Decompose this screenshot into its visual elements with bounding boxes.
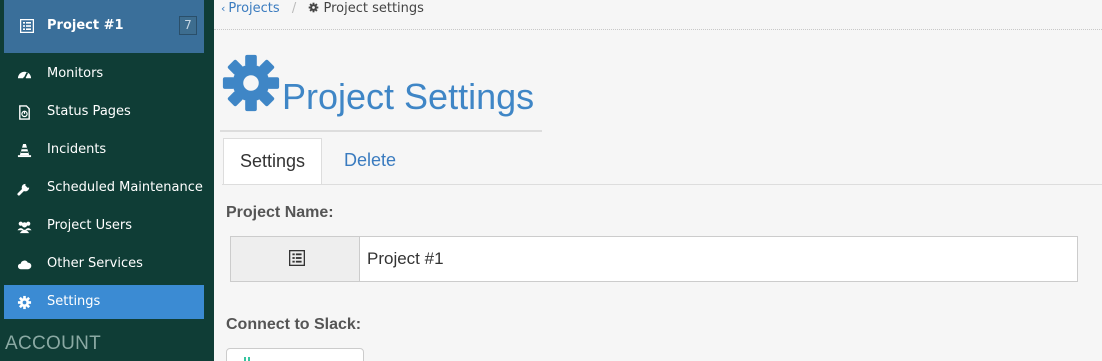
breadcrumb-current: Project settings [323,1,424,16]
add-to-slack-button[interactable] [226,348,364,361]
sidebar: Project #1 7 Monitors Status Pages Incid… [0,0,214,361]
breadcrumb-projects-link[interactable]: ‹ Projects [221,1,284,16]
users-icon [17,221,32,234]
page-header: Project Settings [220,52,542,132]
sidebar-item-label: Project Users [47,218,133,233]
breadcrumb-divider [214,29,1102,30]
project-name-input-group: Project #1 [230,236,1078,282]
tab-delete[interactable]: Delete [328,138,412,185]
gear-icon [17,295,32,310]
dashboard-icon [17,71,32,80]
sidebar-item-settings[interactable]: Settings [4,285,204,319]
sidebar-item-status-pages[interactable]: Status Pages [4,95,204,129]
sidebar-item-label: Settings [47,294,101,309]
gear-icon [309,2,319,13]
breadcrumb: ‹ Projects / Project settings [221,1,424,16]
wrench-icon [17,183,30,196]
project-name-label: Project Name: [226,204,334,221]
project-count-badge: 7 [179,16,197,35]
cloud-icon [17,260,32,270]
sidebar-item-label: Status Pages [47,104,131,119]
list-alt-icon [289,250,305,266]
gear-icon [222,54,280,112]
sidebar-item-label: Monitors [47,66,104,81]
sidebar-item-label: Scheduled Maintenance [47,180,203,195]
sidebar-section-account: ACCOUNT [5,333,102,354]
main-content: ‹ Projects / Project settings Project Se… [214,0,1102,361]
project-name-input[interactable]: Project #1 [367,249,444,269]
sidebar-item-scheduled-maintenance[interactable]: Scheduled Maintenance [4,171,204,205]
sidebar-item-monitors[interactable]: Monitors [4,57,204,91]
project-header[interactable]: Project #1 7 [4,0,204,53]
file-chart-icon [19,105,30,120]
list-alt-icon [20,19,34,33]
input-addon [231,237,360,281]
breadcrumb-separator: / [291,1,297,16]
sidebar-item-label: Other Services [47,256,143,271]
page-title: Project Settings [282,76,535,117]
chevron-left-icon: ‹ [221,2,226,15]
breadcrumb-projects-label: Projects [228,1,280,16]
sidebar-item-project-users[interactable]: Project Users [4,209,204,243]
slack-label: Connect to Slack: [226,316,362,333]
project-name: Project #1 [47,18,124,33]
tabs-divider [222,184,1102,185]
tab-settings[interactable]: Settings [223,138,322,185]
sidebar-item-label: Incidents [47,142,107,157]
sidebar-item-other-services[interactable]: Other Services [4,247,204,281]
slack-icon [244,357,250,361]
sidebar-item-incidents[interactable]: Incidents [4,133,204,167]
cone-icon [17,143,32,158]
